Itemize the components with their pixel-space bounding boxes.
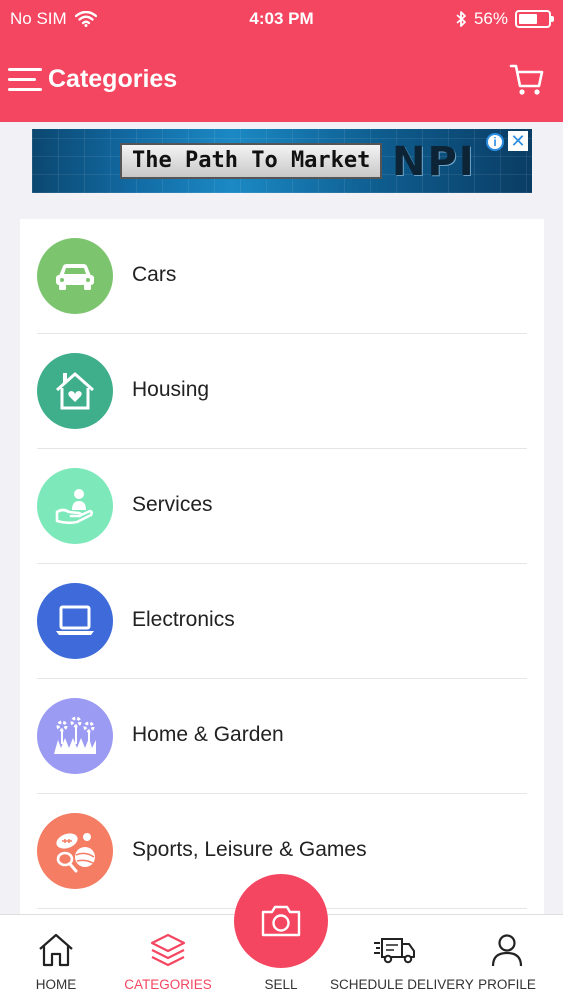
battery-percent: 56%	[473, 9, 508, 28]
battery-icon	[515, 10, 554, 28]
camera-icon	[261, 905, 301, 937]
category-item-services[interactable]: Services	[20, 449, 544, 564]
category-item-home-garden[interactable]: Home & Garden	[20, 679, 544, 794]
ad-close-icon[interactable]: ✕	[508, 131, 528, 151]
category-label: Home & Garden	[132, 723, 284, 746]
ad-brand-logo: NPI	[392, 139, 476, 185]
house-heart-icon	[37, 353, 113, 429]
shopping-cart-icon[interactable]	[509, 62, 545, 98]
tab-categories-label: CATEGORIES	[124, 977, 212, 992]
tab-home-label: HOME	[35, 977, 77, 992]
bluetooth-icon	[456, 11, 466, 27]
sports-balls-icon	[37, 813, 113, 889]
top-navbar: Categories	[0, 38, 563, 122]
category-list: Cars Housing Services Electronics Home &…	[20, 219, 544, 919]
status-bar: No SIM 4:03 PM 56%	[0, 0, 563, 38]
ad-info-icon[interactable]: i	[486, 133, 504, 151]
category-item-electronics[interactable]: Electronics	[20, 564, 544, 679]
laptop-icon	[37, 583, 113, 659]
category-label: Cars	[132, 263, 177, 286]
category-label: Electronics	[132, 608, 235, 631]
hand-person-icon	[37, 468, 113, 544]
category-item-housing[interactable]: Housing	[20, 334, 544, 449]
layers-icon	[150, 933, 186, 967]
tab-schedule-delivery[interactable]: SCHEDULE DELIVERY	[330, 915, 474, 1000]
tab-home[interactable]: HOME	[0, 915, 112, 1000]
hamburger-menu-icon[interactable]	[8, 68, 42, 92]
page-title: Categories	[48, 65, 178, 93]
tab-categories[interactable]: CATEGORIES	[112, 915, 224, 1000]
sell-button[interactable]	[234, 874, 328, 968]
ad-headline: The Path To Market	[120, 143, 383, 179]
category-item-cars[interactable]: Cars	[20, 219, 544, 334]
flowers-icon	[37, 698, 113, 774]
delivery-truck-icon	[374, 938, 415, 964]
category-label: Housing	[132, 378, 210, 401]
profile-icon	[491, 934, 523, 967]
category-label: Sports, Leisure & Games	[132, 838, 367, 861]
home-icon	[39, 933, 73, 967]
ad-banner[interactable]: The Path To Market NPI i ✕	[32, 129, 532, 193]
tab-profile-label: PROFILE	[478, 977, 536, 992]
tab-schedule-delivery-label: SCHEDULE DELIVERY	[330, 977, 474, 992]
tab-sell-label: SELL	[264, 977, 298, 992]
category-label: Services	[132, 493, 213, 516]
tab-profile[interactable]: PROFILE	[451, 915, 563, 1000]
car-icon	[37, 238, 113, 314]
